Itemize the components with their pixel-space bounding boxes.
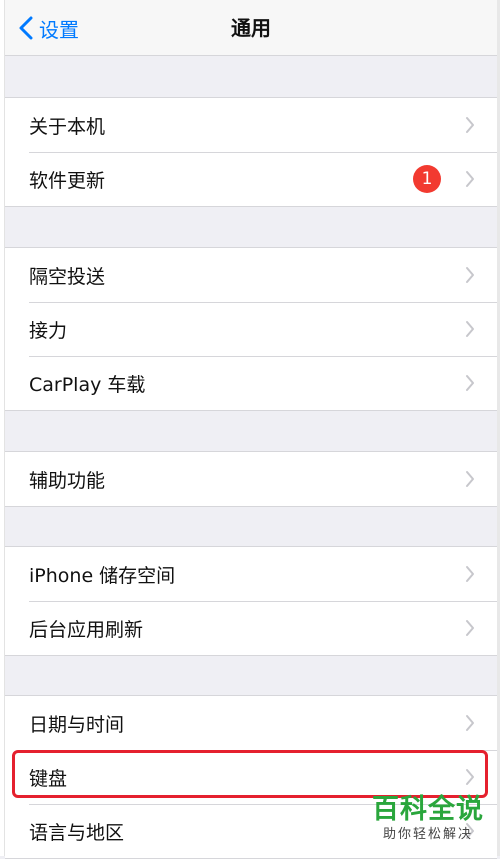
chevron-right-icon bbox=[466, 715, 474, 731]
back-button-label: 设置 bbox=[39, 17, 79, 42]
row-label: 接力 bbox=[29, 319, 68, 342]
watermark-subtitle: 助你轻松解决 bbox=[382, 827, 473, 842]
settings-group-about: 关于本机 软件更新 1 bbox=[5, 97, 497, 207]
settings-group-storage: iPhone 储存空间 后台应用刷新 bbox=[5, 546, 497, 656]
watermark: 百科全说 助你轻松解决 bbox=[368, 794, 488, 844]
chevron-right-icon bbox=[466, 117, 474, 133]
row-date-time[interactable]: 日期与时间 bbox=[5, 696, 497, 750]
chevron-left-icon bbox=[19, 16, 33, 40]
row-iphone-storage[interactable]: iPhone 储存空间 bbox=[5, 547, 497, 601]
chevron-right-icon bbox=[466, 620, 474, 636]
chevron-right-icon bbox=[466, 171, 474, 187]
row-label: 键盘 bbox=[29, 767, 68, 790]
row-label: CarPlay 车载 bbox=[29, 373, 146, 396]
chevron-right-icon bbox=[466, 769, 474, 785]
row-label: 辅助功能 bbox=[29, 469, 106, 492]
row-accessibility[interactable]: 辅助功能 bbox=[5, 452, 497, 506]
chevron-right-icon bbox=[466, 321, 474, 337]
row-carplay[interactable]: CarPlay 车载 bbox=[5, 356, 497, 410]
row-label: 软件更新 bbox=[29, 169, 106, 192]
watermark-title: 百科全说 bbox=[372, 794, 484, 825]
row-background-refresh[interactable]: 后台应用刷新 bbox=[5, 601, 497, 655]
chevron-right-icon bbox=[466, 566, 474, 582]
settings-group-accessibility: 辅助功能 bbox=[5, 451, 497, 507]
row-label: 关于本机 bbox=[29, 115, 106, 138]
chevron-right-icon bbox=[466, 375, 474, 391]
row-software-update[interactable]: 软件更新 1 bbox=[5, 152, 497, 206]
row-about[interactable]: 关于本机 bbox=[5, 98, 497, 152]
navigation-bar: 通用 设置 bbox=[5, 0, 497, 56]
row-label: 日期与时间 bbox=[29, 713, 125, 736]
row-label: 语言与地区 bbox=[29, 821, 125, 844]
row-label: iPhone 储存空间 bbox=[29, 564, 176, 587]
chevron-right-icon bbox=[466, 471, 474, 487]
row-handoff[interactable]: 接力 bbox=[5, 302, 497, 356]
notification-badge: 1 bbox=[413, 165, 441, 193]
back-button[interactable]: 设置 bbox=[19, 13, 79, 43]
row-label: 后台应用刷新 bbox=[29, 618, 144, 641]
row-airdrop[interactable]: 隔空投送 bbox=[5, 248, 497, 302]
settings-group-connectivity: 隔空投送 接力 CarPlay 车载 bbox=[5, 247, 497, 411]
row-label: 隔空投送 bbox=[29, 265, 106, 288]
chevron-right-icon bbox=[466, 267, 474, 283]
